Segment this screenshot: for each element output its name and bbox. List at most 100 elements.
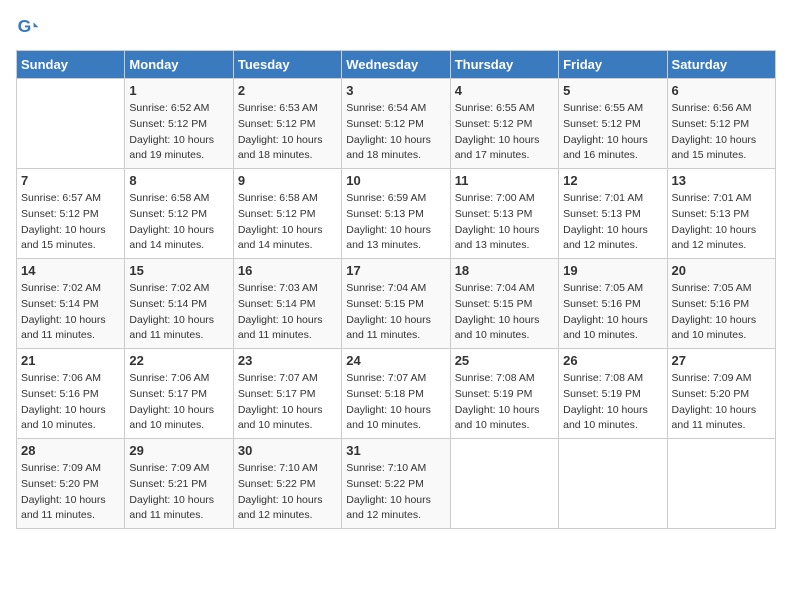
day-cell: 31 Sunrise: 7:10 AM Sunset: 5:22 PM Dayli… [342,439,450,529]
day-number: 22 [129,353,228,368]
day-cell: 22 Sunrise: 7:06 AM Sunset: 5:17 PM Dayli… [125,349,233,439]
day-cell: 1Sunrise: 6:52 AM Sunset: 5:12 PM Daylig… [125,79,233,169]
day-number: 8 [129,173,228,188]
day-info: Sunrise: 6:55 AM Sunset: 5:12 PM Dayligh… [563,101,662,164]
day-cell: 16 Sunrise: 7:03 AM Sunset: 5:14 PM Dayli… [233,259,341,349]
header-tuesday: Tuesday [233,51,341,79]
day-info: Sunrise: 7:09 AM Sunset: 5:20 PM Dayligh… [21,461,120,524]
day-info: Sunrise: 6:53 AM Sunset: 5:12 PM Dayligh… [238,101,337,164]
day-number: 13 [672,173,771,188]
day-cell: 13Sunrise: 7:01 AM Sunset: 5:13 PM Dayli… [667,169,775,259]
day-cell: 21 Sunrise: 7:06 AM Sunset: 5:16 PM Dayli… [17,349,125,439]
day-number: 23 [238,353,337,368]
day-info: Sunrise: 7:10 AM Sunset: 5:22 PM Dayligh… [238,461,337,524]
day-info: Sunrise: 7:00 AM Sunset: 5:13 PM Dayligh… [455,191,554,254]
day-number: 31 [346,443,445,458]
day-info: Sunrise: 6:58 AM Sunset: 5:12 PM Dayligh… [129,191,228,254]
day-info: Sunrise: 7:10 AM Sunset: 5:22 PM Dayligh… [346,461,445,524]
day-number: 24 [346,353,445,368]
day-number: 4 [455,83,554,98]
day-number: 25 [455,353,554,368]
day-number: 26 [563,353,662,368]
day-cell: 11 Sunrise: 7:00 AM Sunset: 5:13 PM Dayli… [450,169,558,259]
svg-text:G: G [18,16,32,36]
day-info: Sunrise: 7:07 AM Sunset: 5:18 PM Dayligh… [346,371,445,434]
day-number: 28 [21,443,120,458]
day-cell: 29 Sunrise: 7:09 AM Sunset: 5:21 PM Dayli… [125,439,233,529]
day-cell: 25 Sunrise: 7:08 AM Sunset: 5:19 PM Dayli… [450,349,558,439]
day-info: Sunrise: 6:59 AM Sunset: 5:13 PM Dayligh… [346,191,445,254]
day-info: Sunrise: 6:56 AM Sunset: 5:12 PM Dayligh… [672,101,771,164]
day-cell: 15Sunrise: 7:02 AM Sunset: 5:14 PM Dayli… [125,259,233,349]
week-row-3: 14 Sunrise: 7:02 AM Sunset: 5:14 PM Dayli… [17,259,776,349]
day-info: Sunrise: 7:02 AM Sunset: 5:14 PM Dayligh… [129,281,228,344]
day-info: Sunrise: 7:08 AM Sunset: 5:19 PM Dayligh… [455,371,554,434]
day-cell [559,439,667,529]
day-number: 16 [238,263,337,278]
day-number: 1 [129,83,228,98]
day-info: Sunrise: 7:09 AM Sunset: 5:20 PM Dayligh… [672,371,771,434]
day-number: 14 [21,263,120,278]
day-info: Sunrise: 7:06 AM Sunset: 5:17 PM Dayligh… [129,371,228,434]
day-cell: 23 Sunrise: 7:07 AM Sunset: 5:17 PM Dayli… [233,349,341,439]
day-number: 7 [21,173,120,188]
week-row-5: 28 Sunrise: 7:09 AM Sunset: 5:20 PM Dayli… [17,439,776,529]
week-row-2: 7 Sunrise: 6:57 AM Sunset: 5:12 PM Daylig… [17,169,776,259]
day-info: Sunrise: 6:54 AM Sunset: 5:12 PM Dayligh… [346,101,445,164]
day-info: Sunrise: 7:03 AM Sunset: 5:14 PM Dayligh… [238,281,337,344]
day-number: 3 [346,83,445,98]
day-cell: 27 Sunrise: 7:09 AM Sunset: 5:20 PM Dayli… [667,349,775,439]
day-info: Sunrise: 7:08 AM Sunset: 5:19 PM Dayligh… [563,371,662,434]
day-number: 29 [129,443,228,458]
day-number: 27 [672,353,771,368]
day-number: 9 [238,173,337,188]
day-cell: 26 Sunrise: 7:08 AM Sunset: 5:19 PM Dayli… [559,349,667,439]
day-info: Sunrise: 7:02 AM Sunset: 5:14 PM Dayligh… [21,281,120,344]
day-number: 6 [672,83,771,98]
day-number: 17 [346,263,445,278]
day-number: 5 [563,83,662,98]
day-cell: 20 Sunrise: 7:05 AM Sunset: 5:16 PM Dayli… [667,259,775,349]
day-number: 10 [346,173,445,188]
day-cell [450,439,558,529]
day-info: Sunrise: 7:06 AM Sunset: 5:16 PM Dayligh… [21,371,120,434]
header-sunday: Sunday [17,51,125,79]
day-cell: 9Sunrise: 6:58 AM Sunset: 5:12 PM Daylig… [233,169,341,259]
day-cell: 2 Sunrise: 6:53 AM Sunset: 5:12 PM Daylig… [233,79,341,169]
day-info: Sunrise: 7:09 AM Sunset: 5:21 PM Dayligh… [129,461,228,524]
week-row-4: 21 Sunrise: 7:06 AM Sunset: 5:16 PM Dayli… [17,349,776,439]
day-number: 21 [21,353,120,368]
day-info: Sunrise: 7:07 AM Sunset: 5:17 PM Dayligh… [238,371,337,434]
day-number: 11 [455,173,554,188]
day-cell [667,439,775,529]
day-cell: 17 Sunrise: 7:04 AM Sunset: 5:15 PM Dayli… [342,259,450,349]
day-number: 2 [238,83,337,98]
day-cell: 12Sunrise: 7:01 AM Sunset: 5:13 PM Dayli… [559,169,667,259]
header-saturday: Saturday [667,51,775,79]
day-cell [17,79,125,169]
day-cell: 6 Sunrise: 6:56 AM Sunset: 5:12 PM Daylig… [667,79,775,169]
calendar-table: SundayMondayTuesdayWednesdayThursdayFrid… [16,50,776,529]
day-info: Sunrise: 7:04 AM Sunset: 5:15 PM Dayligh… [346,281,445,344]
day-info: Sunrise: 6:57 AM Sunset: 5:12 PM Dayligh… [21,191,120,254]
day-cell: 19Sunrise: 7:05 AM Sunset: 5:16 PM Dayli… [559,259,667,349]
day-cell: 24 Sunrise: 7:07 AM Sunset: 5:18 PM Dayli… [342,349,450,439]
day-info: Sunrise: 7:04 AM Sunset: 5:15 PM Dayligh… [455,281,554,344]
day-info: Sunrise: 7:05 AM Sunset: 5:16 PM Dayligh… [563,281,662,344]
day-number: 18 [455,263,554,278]
day-cell: 5 Sunrise: 6:55 AM Sunset: 5:12 PM Daylig… [559,79,667,169]
day-info: Sunrise: 6:55 AM Sunset: 5:12 PM Dayligh… [455,101,554,164]
header-wednesday: Wednesday [342,51,450,79]
day-number: 20 [672,263,771,278]
week-row-1: 1Sunrise: 6:52 AM Sunset: 5:12 PM Daylig… [17,79,776,169]
day-cell: 4 Sunrise: 6:55 AM Sunset: 5:12 PM Daylig… [450,79,558,169]
day-cell: 18 Sunrise: 7:04 AM Sunset: 5:15 PM Dayli… [450,259,558,349]
day-cell: 10 Sunrise: 6:59 AM Sunset: 5:13 PM Dayli… [342,169,450,259]
logo-icon: G [16,16,40,40]
day-number: 30 [238,443,337,458]
day-number: 12 [563,173,662,188]
day-info: Sunrise: 7:05 AM Sunset: 5:16 PM Dayligh… [672,281,771,344]
header-friday: Friday [559,51,667,79]
logo: G [16,16,44,40]
day-cell: 14 Sunrise: 7:02 AM Sunset: 5:14 PM Dayli… [17,259,125,349]
